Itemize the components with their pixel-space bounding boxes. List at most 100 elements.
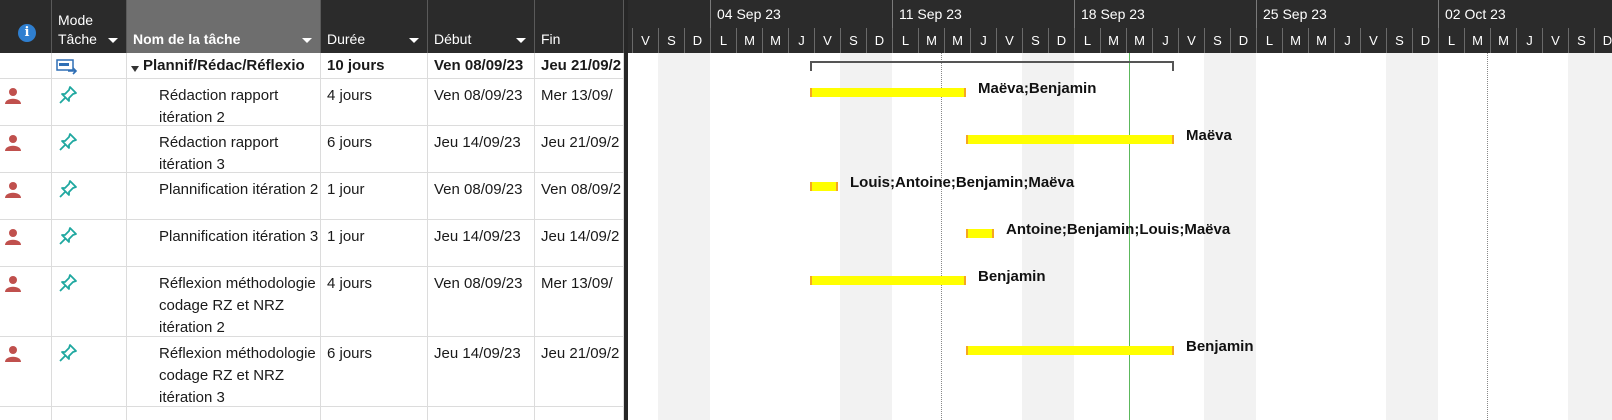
- end-column-header[interactable]: Fin: [535, 0, 624, 53]
- duration-cell[interactable]: 6 jours: [321, 337, 428, 406]
- task-row[interactable]: Réflexion méthodologie codage RZ et NRZ …: [0, 267, 624, 337]
- end-cell[interactable]: Ven 08/09/2: [535, 173, 624, 219]
- start-column-header[interactable]: Début: [428, 0, 535, 53]
- indicator-cell: [0, 53, 52, 78]
- mode-cell[interactable]: [52, 126, 127, 172]
- end-cell[interactable]: Jeu 21/09/2: [535, 126, 624, 172]
- mode-cell[interactable]: [52, 267, 127, 336]
- task-name-cell[interactable]: Plannification itération 2: [127, 173, 321, 219]
- collapse-triangle-icon[interactable]: [131, 66, 139, 72]
- task-row[interactable]: Rédaction rapport itération 2 4 jours Ven …: [0, 79, 624, 126]
- end-cell[interactable]: Mer 13/09/: [535, 79, 624, 125]
- start-cell[interactable]: Ven 08/09/23: [428, 53, 535, 78]
- end-value: Mer 13/09/: [541, 275, 613, 292]
- start-cell[interactable]: Ven 08/09/23: [428, 79, 535, 125]
- indicator-cell[interactable]: [0, 126, 52, 172]
- timescale-day: M: [736, 28, 762, 53]
- end-value: Jeu 21/09/2: [541, 345, 620, 362]
- task-bar[interactable]: [966, 346, 1174, 355]
- duration-cell[interactable]: 4 jours: [321, 267, 428, 336]
- summary-bar-cap: [810, 61, 812, 71]
- task-name-cell[interactable]: Plannif/Rédac/Réflexio: [127, 53, 321, 78]
- duration-value: 10 jours: [327, 57, 385, 74]
- start-value: Ven 08/09/23: [434, 181, 523, 198]
- start-cell[interactable]: Ven 08/09/23: [428, 173, 535, 219]
- timescale-day: M: [1464, 28, 1490, 53]
- duration-cell[interactable]: 1 jour: [321, 173, 428, 219]
- duration-cell[interactable]: 6 jours: [321, 126, 428, 172]
- mode-header-label-2: Tâche: [58, 31, 97, 47]
- info-icon: i: [18, 24, 36, 42]
- duration-cell[interactable]: 4 jours: [321, 79, 428, 125]
- mode-cell[interactable]: [52, 79, 127, 125]
- duration-value: 6 jours: [327, 134, 373, 151]
- mode-column-header[interactable]: Mode Tâche: [52, 0, 127, 53]
- task-bar[interactable]: [966, 229, 994, 238]
- duration-cell[interactable]: 10 jours: [321, 53, 428, 78]
- task-row[interactable]: Rédaction rapport itération 3 6 jours Jeu …: [0, 126, 624, 173]
- mode-cell[interactable]: [52, 53, 127, 78]
- mode-cell[interactable]: [52, 337, 127, 406]
- start-value: Jeu 14/09/23: [434, 134, 521, 151]
- task-name-cell[interactable]: Réflexion méthodologie codage RZ et NRZ …: [127, 337, 321, 406]
- task-bar[interactable]: [810, 88, 966, 97]
- start-cell[interactable]: Ven 08/09/23: [428, 267, 535, 336]
- timescale-day: J: [970, 28, 996, 53]
- summary-task-row[interactable]: Plannif/Rédac/Réflexio 10 jours Ven 08/0…: [0, 53, 624, 79]
- task-name-cell[interactable]: Réflexion méthodologie codage RZ et NRZ …: [127, 267, 321, 336]
- timescale-day: S: [1568, 28, 1594, 53]
- chevron-down-icon[interactable]: [108, 38, 118, 43]
- summary-bar[interactable]: [810, 61, 1174, 63]
- duration-cell[interactable]: 1 jour: [321, 220, 428, 266]
- start-cell: [428, 407, 535, 420]
- indicator-cell[interactable]: [0, 79, 52, 125]
- chevron-down-icon[interactable]: [302, 38, 312, 43]
- timescale-day: L: [892, 28, 918, 53]
- task-name-cell[interactable]: Rédaction rapport itération 2: [127, 79, 321, 125]
- empty-row[interactable]: [0, 407, 624, 420]
- start-cell[interactable]: Jeu 14/09/23: [428, 220, 535, 266]
- task-name: Rédaction rapport itération 2: [159, 87, 279, 125]
- task-name-cell[interactable]: Plannification itération 3: [127, 220, 321, 266]
- end-cell[interactable]: Jeu 21/09/2: [535, 337, 624, 406]
- timescale-day: S: [1386, 28, 1412, 53]
- task-name: Réflexion méthodologie codage RZ et NRZ …: [159, 345, 316, 406]
- task-bar[interactable]: [810, 276, 966, 285]
- timescale-day: L: [710, 28, 736, 53]
- start-cell[interactable]: Jeu 14/09/23: [428, 126, 535, 172]
- end-cell[interactable]: Mer 13/09/: [535, 267, 624, 336]
- weekend-stripe: [1386, 53, 1438, 420]
- start-cell[interactable]: Jeu 14/09/23: [428, 337, 535, 406]
- task-row[interactable]: Réflexion méthodologie codage RZ et NRZ …: [0, 337, 624, 407]
- name-column-header[interactable]: Nom de la tâche: [127, 0, 321, 53]
- timescale-day: D: [1412, 28, 1438, 53]
- task-bar[interactable]: [810, 182, 838, 191]
- end-value: Jeu 14/09/2: [541, 228, 620, 245]
- timescale-day: V: [1178, 28, 1204, 53]
- task-row[interactable]: Plannification itération 3 1 jour Jeu 14/0…: [0, 220, 624, 267]
- duration-column-header[interactable]: Durée: [321, 0, 428, 53]
- indicator-cell[interactable]: [0, 220, 52, 266]
- timescale-day: D: [1048, 28, 1074, 53]
- indicator-cell[interactable]: [0, 337, 52, 406]
- mode-cell[interactable]: [52, 173, 127, 219]
- end-cell[interactable]: Jeu 14/09/2: [535, 220, 624, 266]
- pin-icon: [59, 133, 77, 151]
- person-icon: [5, 276, 21, 292]
- mode-cell[interactable]: [52, 220, 127, 266]
- duration-value: 1 jour: [327, 228, 365, 245]
- indicator-cell[interactable]: [0, 173, 52, 219]
- indicator-cell[interactable]: [0, 267, 52, 336]
- task-row[interactable]: Plannification itération 2 1 jour Ven 08/0…: [0, 173, 624, 220]
- chevron-down-icon[interactable]: [516, 38, 526, 43]
- resource-label: Maëva;Benjamin: [978, 80, 1097, 97]
- timescale-day: S: [1022, 28, 1048, 53]
- timescale-day: M: [1490, 28, 1516, 53]
- indicators-header[interactable]: i: [0, 0, 52, 53]
- end-cell[interactable]: Jeu 21/09/2: [535, 53, 624, 78]
- chevron-down-icon[interactable]: [409, 38, 419, 43]
- task-bar[interactable]: [966, 135, 1174, 144]
- task-name-cell[interactable]: [127, 407, 321, 420]
- status-date-line: [1487, 53, 1489, 420]
- task-name-cell[interactable]: Rédaction rapport itération 3: [127, 126, 321, 172]
